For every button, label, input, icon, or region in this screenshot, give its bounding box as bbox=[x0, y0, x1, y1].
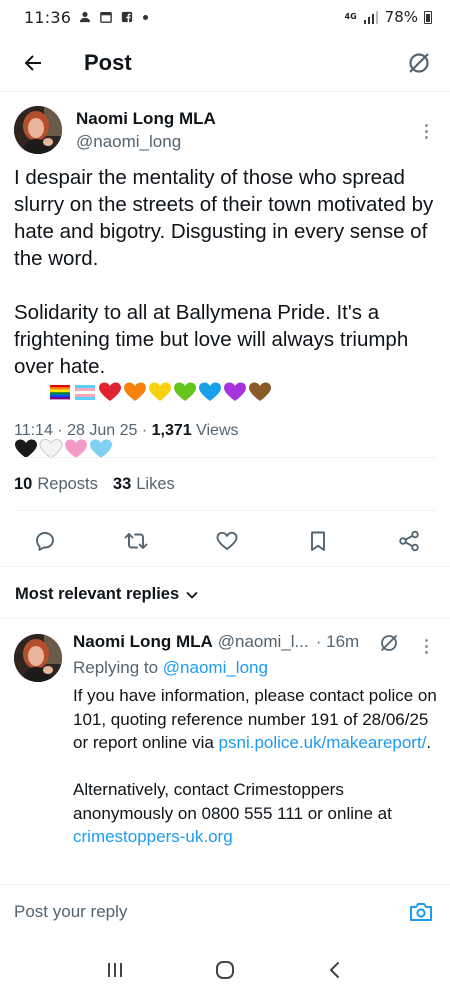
post-time: 11:14 bbox=[14, 422, 53, 439]
post-text: I despair the mentality of those who spr… bbox=[14, 164, 434, 460]
green-heart-icon bbox=[174, 382, 197, 401]
author-handle[interactable]: @naomi_long bbox=[76, 132, 181, 152]
reply-item[interactable]: Naomi Long MLA @naomi_l... · 16m Replyin… bbox=[0, 620, 450, 884]
status-bar: 11:36 4G 78% bbox=[0, 0, 450, 34]
camera-button[interactable] bbox=[408, 899, 434, 925]
back-button[interactable] bbox=[16, 46, 50, 80]
page-title: Post bbox=[84, 49, 132, 75]
divider bbox=[14, 510, 436, 511]
views-label: Views bbox=[196, 422, 239, 439]
reply-avatar[interactable] bbox=[14, 634, 62, 682]
avatar-image bbox=[14, 106, 62, 154]
reposts-label: Reposts bbox=[37, 475, 98, 493]
more-notifications-dot bbox=[143, 14, 149, 20]
camera-icon bbox=[410, 902, 432, 921]
share-button[interactable] bbox=[396, 528, 422, 554]
author-name[interactable]: Naomi Long MLA bbox=[76, 109, 216, 129]
reply-text: If you have information, please contact … bbox=[73, 686, 437, 846]
post-header: Post bbox=[0, 34, 450, 92]
crimestoppers-link[interactable]: crimestoppers-uk.org bbox=[73, 827, 233, 846]
reposts-stat[interactable]: 10 Reposts bbox=[14, 475, 98, 494]
network-type: 4G bbox=[344, 12, 357, 21]
home-icon bbox=[216, 961, 234, 979]
reply-composer bbox=[0, 884, 450, 938]
brown-heart-icon bbox=[249, 382, 272, 401]
action-bar bbox=[0, 518, 450, 564]
reply-author-handle[interactable]: @naomi_l... bbox=[218, 632, 309, 652]
likes-stat[interactable]: 33 Likes bbox=[113, 475, 175, 494]
system-back-button[interactable] bbox=[315, 950, 355, 990]
post-paragraph-2: Solidarity to all at Ballymena Pride. It… bbox=[14, 301, 414, 378]
system-back-icon bbox=[330, 962, 339, 978]
yellow-heart-icon bbox=[149, 382, 172, 401]
reply-icon bbox=[36, 532, 54, 551]
post-meta: 11:14 · 28 Jun 25 · 1,371 Views bbox=[14, 422, 239, 439]
likes-count: 33 bbox=[112, 475, 132, 493]
divider bbox=[14, 457, 436, 458]
replying-to-handle-link[interactable]: @naomi_long bbox=[163, 658, 268, 677]
avatar-image bbox=[14, 634, 62, 682]
share-icon bbox=[399, 530, 419, 552]
likes-label: Likes bbox=[136, 475, 175, 493]
replies-sort-label: Most relevant replies bbox=[15, 585, 180, 603]
battery-icon bbox=[424, 10, 432, 24]
person-notification-icon bbox=[79, 11, 91, 23]
reply-input[interactable] bbox=[14, 901, 344, 922]
blue-heart-icon bbox=[199, 382, 222, 401]
reposts-count: 10 bbox=[14, 475, 33, 493]
calendar-notification-icon bbox=[100, 12, 112, 23]
avatar[interactable] bbox=[14, 106, 62, 154]
facebook-notification-icon bbox=[121, 11, 133, 23]
purple-heart-icon bbox=[224, 382, 247, 401]
red-heart-icon bbox=[99, 382, 122, 401]
grok-icon bbox=[409, 52, 429, 73]
grok-button[interactable] bbox=[402, 46, 436, 80]
grok-icon[interactable] bbox=[378, 632, 400, 654]
reply-header: Naomi Long MLA @naomi_l... · 16m bbox=[73, 632, 359, 652]
repost-icon bbox=[124, 533, 148, 549]
recent-apps-button[interactable] bbox=[95, 950, 135, 990]
psni-report-link[interactable]: psni.police.uk/makeareport/ bbox=[219, 733, 427, 752]
post-date: 28 Jun 25 bbox=[67, 422, 138, 439]
bookmark-button[interactable] bbox=[305, 528, 331, 554]
system-nav-bar bbox=[0, 940, 450, 1000]
heart-icon bbox=[216, 531, 238, 550]
divider bbox=[0, 618, 450, 619]
like-button[interactable] bbox=[214, 528, 240, 554]
divider bbox=[0, 566, 450, 567]
chevron-down-icon bbox=[186, 591, 198, 598]
more-options-button[interactable] bbox=[416, 118, 436, 144]
reply-more-options-button[interactable] bbox=[416, 636, 436, 656]
views-count: 1,371 bbox=[151, 422, 192, 439]
replies-sort-dropdown[interactable]: Most relevant replies bbox=[15, 585, 199, 604]
battery-percent: 78% bbox=[384, 8, 418, 26]
home-button[interactable] bbox=[205, 950, 245, 990]
emoji-row-1 bbox=[48, 381, 272, 403]
status-time: 11:36 bbox=[24, 7, 72, 27]
back-arrow-icon bbox=[24, 54, 41, 71]
trans-flag-icon bbox=[75, 385, 96, 400]
reply-button[interactable] bbox=[32, 528, 58, 554]
orange-heart-icon bbox=[124, 382, 147, 401]
signal-icon bbox=[363, 10, 378, 24]
author-row: Naomi Long MLA @naomi_long bbox=[14, 106, 436, 156]
reply-author-name[interactable]: Naomi Long MLA bbox=[73, 632, 213, 652]
reply-time: · 16m bbox=[315, 632, 360, 651]
replying-to: Replying to @naomi_long bbox=[73, 658, 268, 677]
repost-button[interactable] bbox=[123, 528, 149, 554]
post-paragraph-1: I despair the mentality of those who spr… bbox=[14, 166, 440, 270]
bookmark-icon bbox=[311, 531, 325, 551]
engagement-stats: 10 Reposts 33 Likes bbox=[14, 475, 175, 494]
recent-apps-icon bbox=[108, 963, 122, 977]
rainbow-flag-icon bbox=[50, 385, 71, 400]
